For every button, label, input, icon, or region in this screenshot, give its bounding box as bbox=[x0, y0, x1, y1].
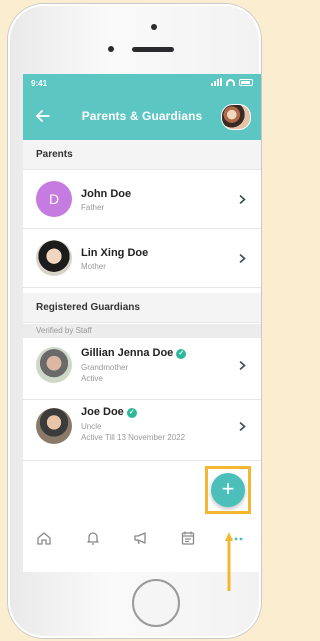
status-icons bbox=[211, 78, 253, 86]
home-button[interactable] bbox=[132, 579, 180, 627]
avatar-photo bbox=[36, 347, 72, 383]
verified-by-staff-label: Verified by Staff bbox=[23, 324, 261, 338]
app-header: Parents & Guardians bbox=[23, 94, 261, 140]
verified-check-icon: ✓ bbox=[176, 349, 187, 359]
guardian-name: Gillian Jenna Doe ✓ bbox=[81, 347, 187, 359]
megaphone-icon[interactable] bbox=[133, 530, 149, 546]
up-arrow-annotation bbox=[225, 532, 233, 591]
guardian-status: Active Till 13 November 2022 bbox=[81, 433, 186, 442]
section-header-registered: Registered Guardians bbox=[23, 293, 261, 323]
parent-name: Lin Xing Doe bbox=[81, 247, 149, 259]
battery-icon bbox=[239, 78, 253, 86]
guardian-row-joe[interactable]: Joe Doe ✓ Uncle Active Till 13 November 2… bbox=[23, 400, 261, 461]
guardian-name: Joe Doe ✓ bbox=[81, 406, 137, 418]
parent-relation: Mother bbox=[81, 262, 106, 271]
chevron-right-icon bbox=[239, 422, 246, 431]
camera-dot bbox=[151, 24, 157, 30]
parent-row-lin[interactable]: Lin Xing Doe Mother bbox=[23, 229, 261, 288]
avatar-photo bbox=[36, 408, 72, 444]
guardian-name-text: Gillian Jenna Doe bbox=[81, 347, 174, 359]
highlight-box bbox=[205, 466, 251, 514]
app-screen: 9:41 Parents & Guardians Parents D John … bbox=[23, 74, 261, 572]
earpiece-speaker bbox=[132, 47, 174, 52]
guardian-relation: Grandmother bbox=[81, 363, 129, 372]
guardian-relation: Uncle bbox=[81, 422, 102, 431]
chevron-right-icon bbox=[239, 254, 246, 263]
wifi-icon bbox=[226, 78, 235, 86]
calendar-icon[interactable] bbox=[180, 530, 196, 546]
verified-check-icon: ✓ bbox=[126, 408, 137, 418]
home-icon[interactable] bbox=[36, 530, 52, 546]
avatar-photo bbox=[36, 240, 72, 276]
bell-icon[interactable] bbox=[85, 530, 101, 546]
avatar-initial: D bbox=[36, 181, 72, 217]
profile-avatar[interactable] bbox=[221, 104, 251, 130]
chevron-right-icon bbox=[239, 195, 246, 204]
status-bar: 9:41 bbox=[23, 74, 261, 94]
signal-icon bbox=[211, 78, 222, 86]
parent-relation: Father bbox=[81, 203, 105, 212]
guardian-name-text: Joe Doe bbox=[81, 406, 124, 418]
guardian-status: Active bbox=[81, 374, 103, 383]
section-header-parents: Parents bbox=[23, 140, 261, 170]
guardian-row-gillian[interactable]: Gillian Jenna Doe ✓ Grandmother Active bbox=[23, 339, 261, 400]
parent-name: John Doe bbox=[81, 188, 132, 200]
parent-row-john[interactable]: D John Doe Father bbox=[23, 170, 261, 229]
chevron-right-icon bbox=[239, 361, 246, 370]
status-time: 9:41 bbox=[31, 79, 48, 88]
front-camera bbox=[108, 46, 114, 52]
